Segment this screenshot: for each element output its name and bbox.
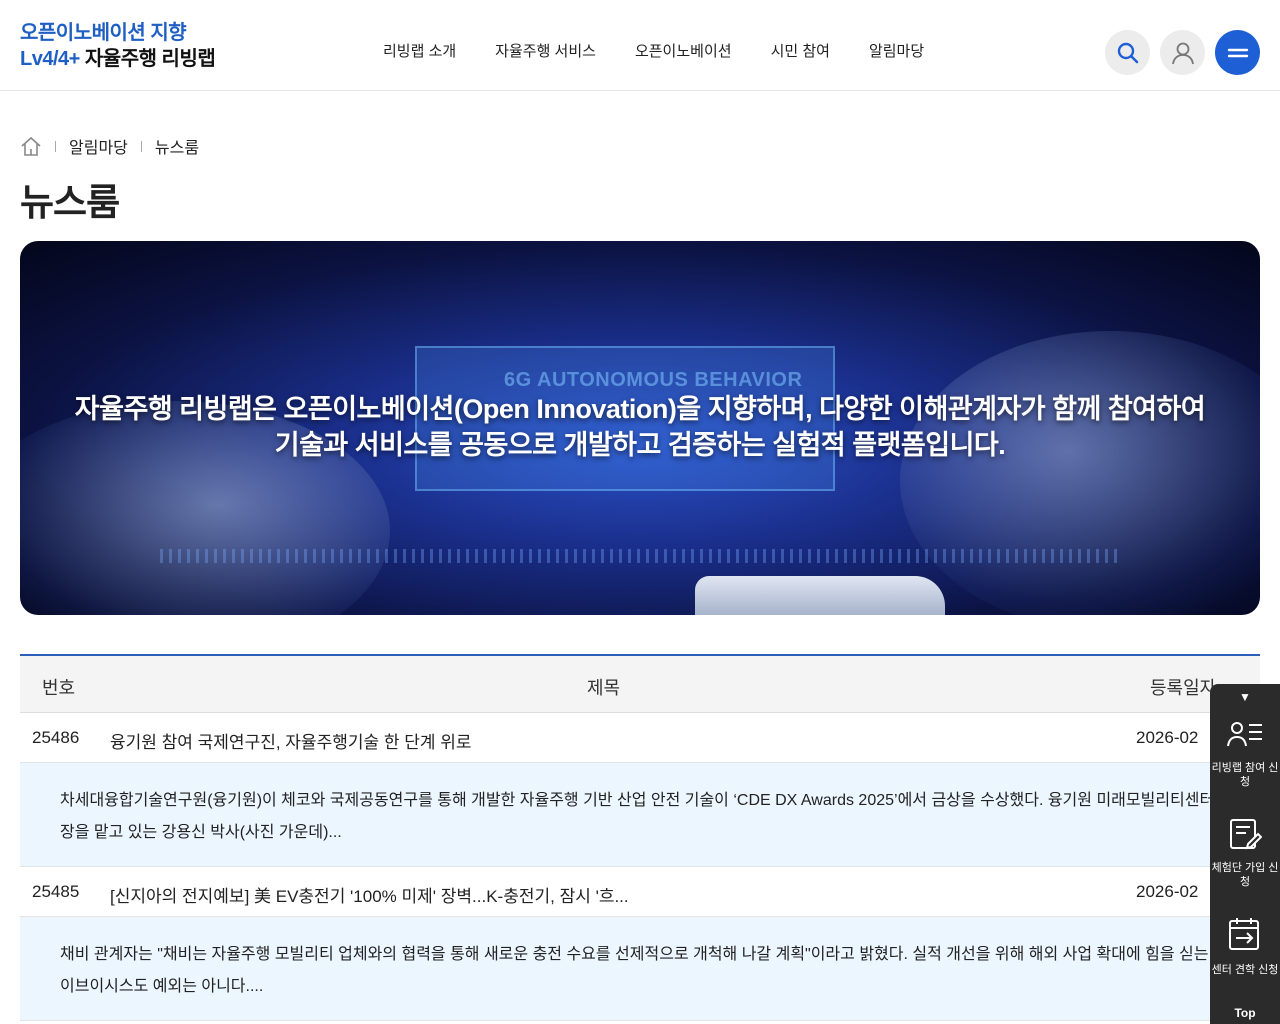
site-header: 오픈이노베이션 지향 Lv4/4+ 자율주행 리빙랩 리빙랩 소개 자율주행 서…: [0, 0, 1280, 91]
search-button[interactable]: [1105, 30, 1150, 75]
nav-item-notice[interactable]: 알림마당: [869, 40, 924, 61]
breadcrumb-item-newsroom[interactable]: 뉴스룸: [155, 134, 199, 158]
applicant-list-icon: [1227, 722, 1262, 747]
row-number: 25485: [32, 882, 80, 901]
quick-menu-item-livinglab-apply[interactable]: 리빙랩 참여 신청: [1210, 718, 1280, 789]
site-logo[interactable]: 오픈이노베이션 지향 Lv4/4+ 자율주행 리빙랩: [20, 20, 216, 72]
nav-item-autonomous-service[interactable]: 자율주행 서비스: [495, 40, 596, 61]
banner-hologram-text: 6G AUTONOMOUS BEHAVIOR: [504, 369, 803, 391]
row-title-link[interactable]: 융기원 참여 국제연구진, 자율주행기술 한 단계 위로: [110, 728, 472, 753]
row-summary[interactable]: 채비 관계자는 "채비는 자율주행 모빌리티 업체와의 협력을 통해 새로운 충…: [20, 917, 1260, 1021]
table-row[interactable]: 25486 융기원 참여 국제연구진, 자율주행기술 한 단계 위로 2026-…: [20, 713, 1260, 763]
breadcrumb-separator: [55, 140, 56, 152]
nav-item-livinglab-intro[interactable]: 리빙랩 소개: [383, 40, 456, 61]
page-title: 뉴스룸: [20, 182, 120, 223]
quick-menu-label: 체험단 가입 신청: [1211, 862, 1279, 888]
banner-vehicle: [695, 576, 945, 615]
row-date: 2026-02: [1136, 882, 1199, 901]
row-title-link[interactable]: [신지아의 전지예보] 美 EV충전기 '100% 미제' 장벽...K-충전기…: [110, 882, 629, 907]
breadcrumb-item-notice[interactable]: 알림마당: [69, 134, 128, 158]
quick-menu-item-experience-apply[interactable]: 체험단 가입 신청: [1210, 818, 1280, 889]
banner-headline-line2: 기술과 서비스를 공동으로 개발하고 검증하는 실험적 플랫폼입니다.: [274, 430, 1006, 460]
row-date: 2026-02: [1136, 728, 1199, 747]
column-header-date: 등록일자: [1150, 678, 1217, 698]
row-summary[interactable]: 차세대융합기술연구원(융기원)이 체코와 국제공동연구를 통해 개발한 자율주행…: [20, 763, 1260, 867]
banner-signal-bars: [160, 549, 1120, 563]
row-number: 25486: [32, 728, 80, 747]
nav-item-citizen[interactable]: 시민 참여: [771, 40, 830, 61]
menu-button[interactable]: [1215, 30, 1260, 75]
table-row[interactable]: 25485 [신지아의 전지예보] 美 EV충전기 '100% 미제' 장벽..…: [20, 867, 1260, 917]
logo-name: 자율주행 리빙랩: [84, 48, 216, 70]
quick-menu-label: 리빙랩 참여 신청: [1211, 762, 1279, 788]
logo-level: Lv4/4+: [20, 48, 80, 70]
main-nav: 리빙랩 소개 자율주행 서비스 오픈이노베이션 시민 참여 알림마당: [383, 40, 963, 61]
column-header-num: 번호: [42, 678, 76, 698]
banner-hand-right: [900, 331, 1260, 615]
logo-line2: Lv4/4+ 자율주행 리빙랩: [20, 46, 216, 72]
logo-line1: 오픈이노베이션 지향: [20, 22, 187, 44]
quick-menu-label: 센터 견학 신청: [1211, 964, 1279, 976]
hero-banner: 6G AUTONOMOUS BEHAVIOR 자율주행 리빙랩은 오픈이노베이션…: [20, 241, 1260, 615]
user-icon: [1171, 42, 1194, 64]
menu-icon: [1227, 48, 1248, 57]
banner-headline-line1: 자율주행 리빙랩은 오픈이노베이션(Open Innovation)을 지향하며…: [74, 394, 1206, 424]
quick-menu: ▼ 리빙랩 참여 신청 체험단 가입 신청 센터 견학 신청 Top: [1210, 684, 1280, 1024]
quick-menu-collapse-icon[interactable]: ▼: [1210, 690, 1280, 704]
form-edit-icon: [1230, 819, 1263, 850]
news-board: 번호 제목 등록일자 25486 융기원 참여 국제연구진, 자율주행기술 한 …: [20, 654, 1260, 1021]
table-header: 번호 제목 등록일자: [20, 656, 1260, 713]
breadcrumb-separator: [140, 140, 142, 152]
breadcrumb: 알림마당 뉴스룸: [20, 134, 199, 158]
search-icon: [1117, 42, 1138, 63]
banner-headline: 자율주행 리빙랩은 오픈이노베이션(Open Innovation)을 지향하며…: [20, 391, 1260, 463]
nav-item-open-innovation[interactable]: 오픈이노베이션: [635, 40, 732, 61]
login-button[interactable]: [1160, 30, 1205, 75]
quick-menu-item-center-visit[interactable]: 센터 견학 신청: [1210, 916, 1280, 977]
home-icon[interactable]: [20, 136, 42, 156]
scroll-top-button[interactable]: Top: [1210, 1006, 1280, 1020]
column-header-title: 제목: [587, 678, 621, 698]
calendar-visit-icon: [1229, 918, 1259, 950]
